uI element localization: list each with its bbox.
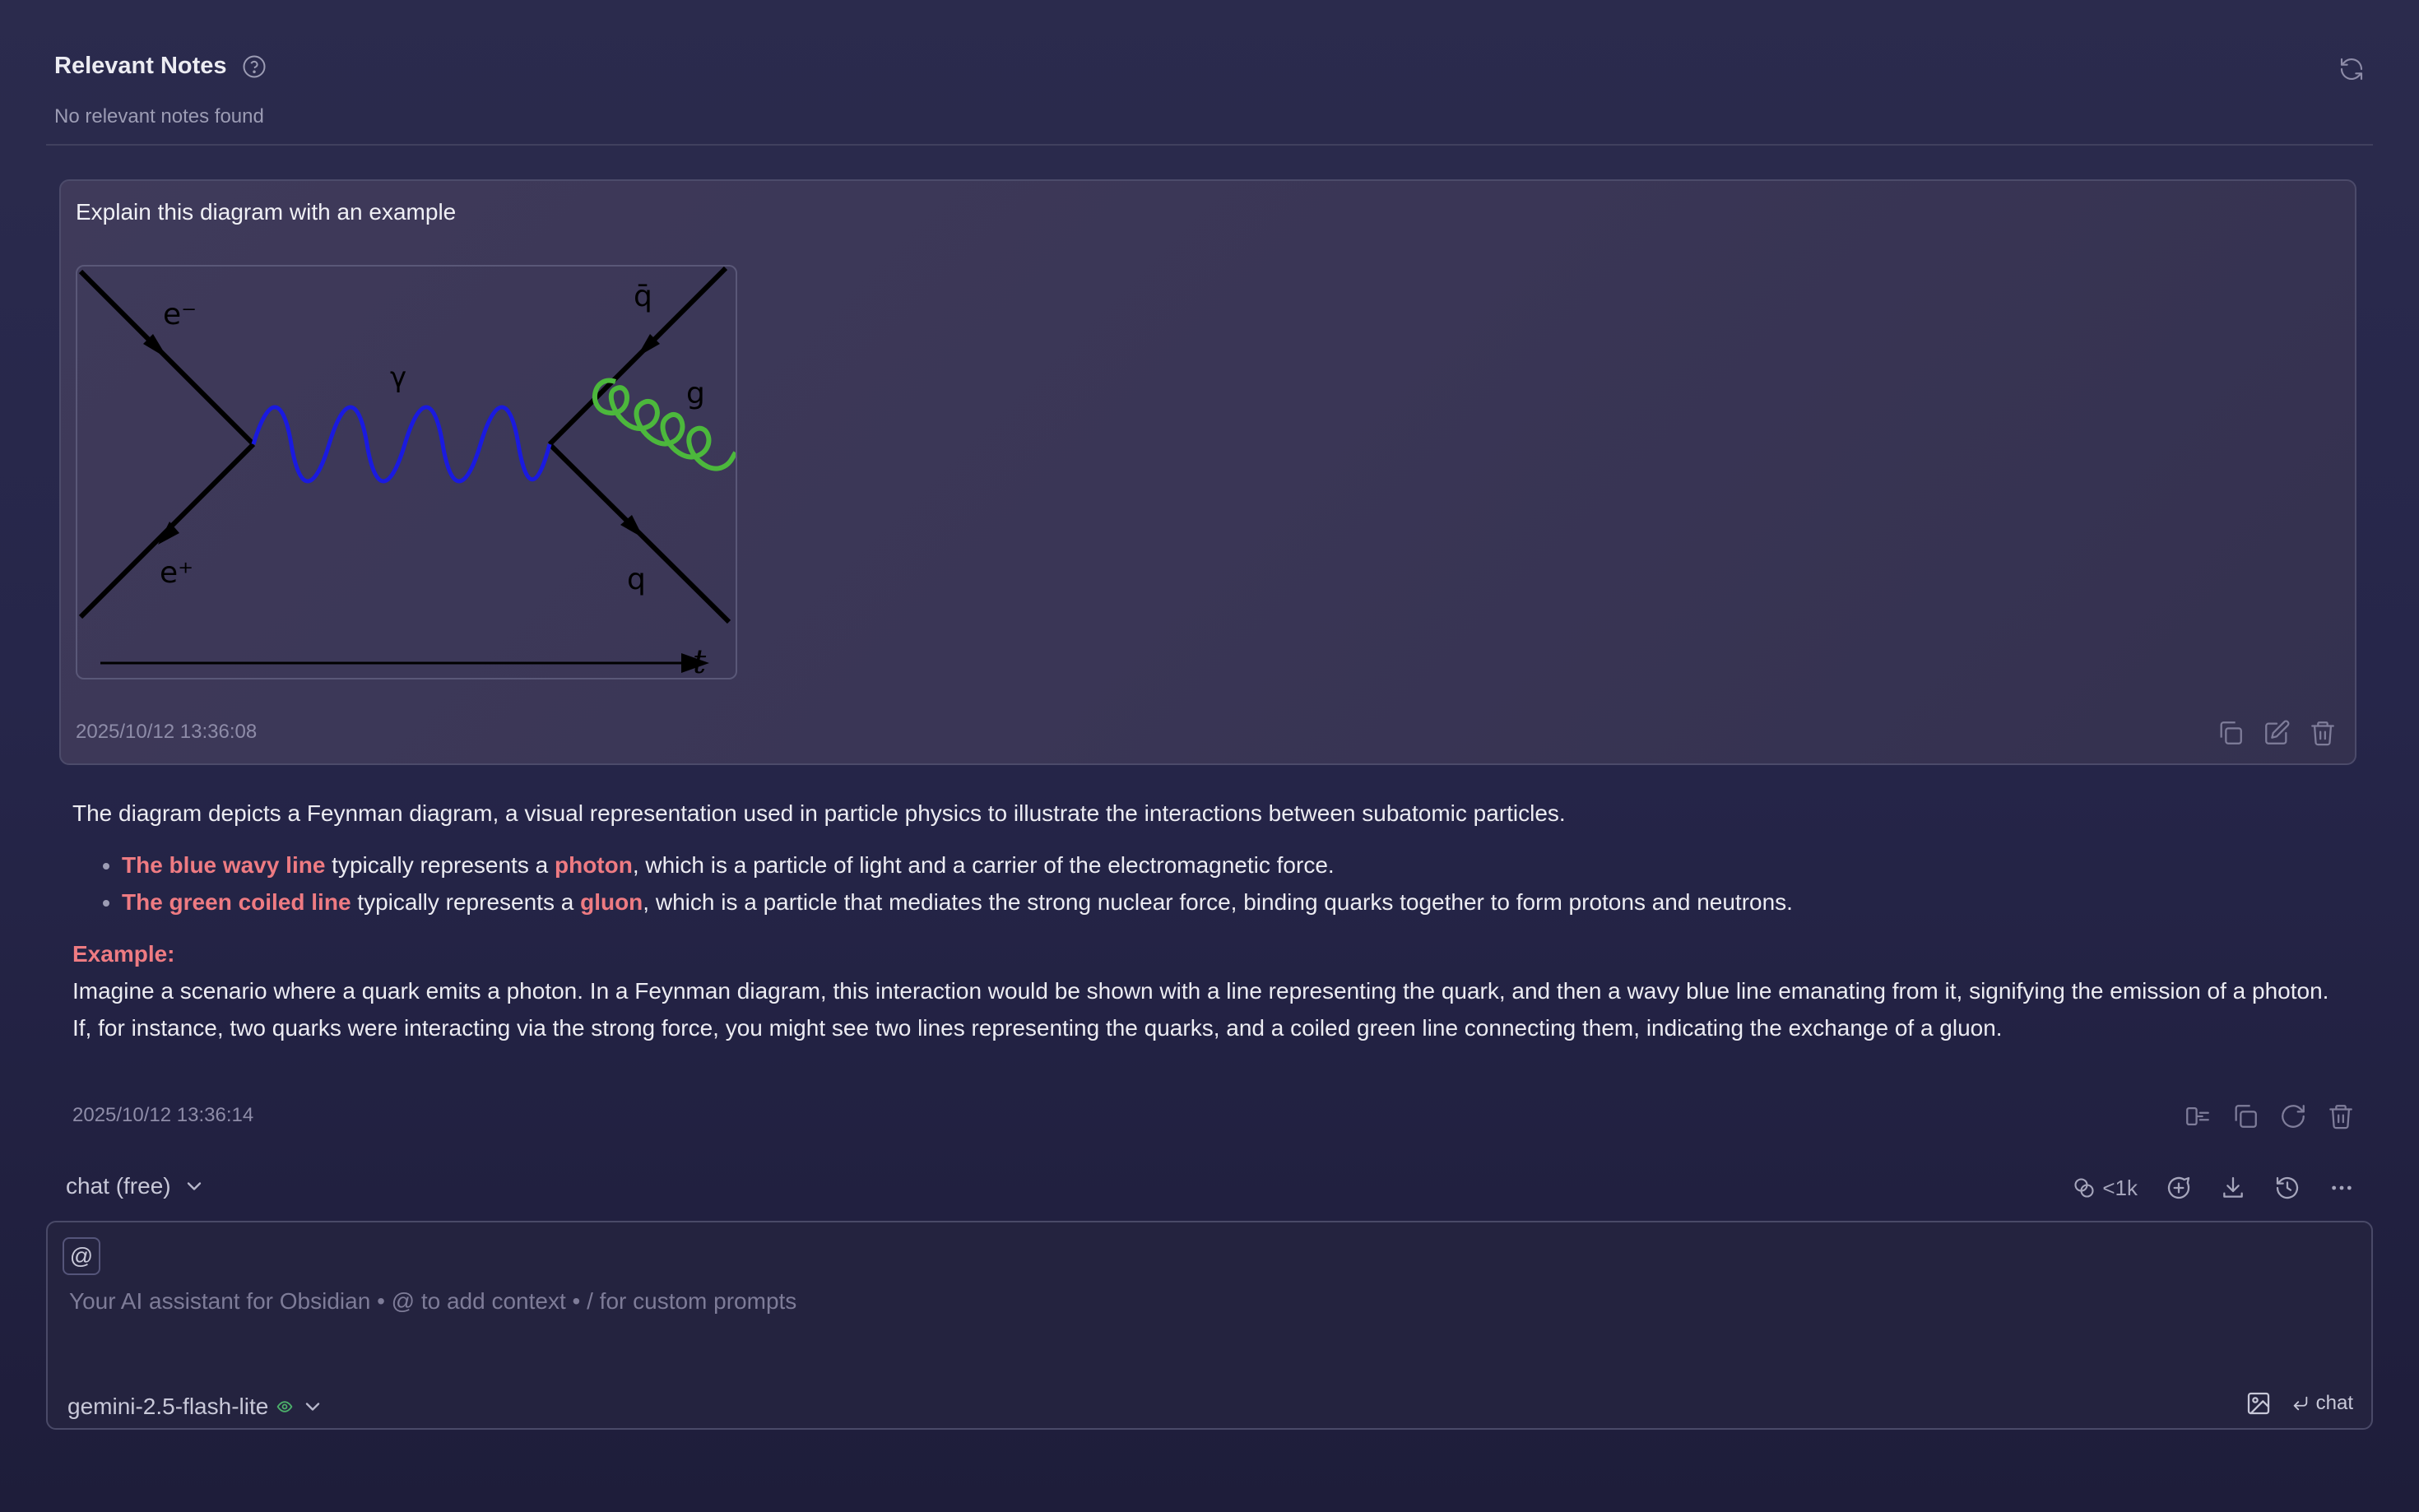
user-message-card: Explain this diagram with an example e⁻ … [59,179,2356,765]
send-button[interactable]: chat [2291,1392,2353,1415]
chat-input-box: @ gemini-2.5-flash-lite [46,1221,2373,1430]
add-context-button[interactable]: @ [63,1237,100,1275]
bullet-rest: , which is a particle that mediates the … [643,889,1793,915]
add-image-icon[interactable] [2245,1390,2272,1417]
edit-icon[interactable] [2263,719,2291,747]
user-message-actions [2217,719,2337,747]
regenerate-icon[interactable] [2279,1102,2307,1130]
bullet-term: photon [554,852,633,878]
list-item: The green coiled line typically represen… [122,884,2352,921]
chat-input[interactable] [67,1282,2292,1321]
relevant-notes-header: Relevant Notes [54,53,267,80]
ai-response: The diagram depicts a Feynman diagram, a… [72,795,2352,1046]
token-coins-icon [2073,1176,2096,1199]
copy-icon[interactable] [2217,719,2245,747]
chat-mode-label: chat (free) [66,1173,171,1199]
ai-intro: The diagram depicts a Feynman diagram, a… [72,800,1566,826]
time-axis-label: t [693,643,707,678]
chevron-down-icon [183,1175,206,1198]
insert-note-icon[interactable] [2184,1102,2212,1130]
input-actions: chat [2245,1390,2353,1417]
enter-key-icon [2291,1394,2310,1412]
photon-wavy-line [251,405,552,484]
bullet-subject: The green coiled line [122,889,351,915]
list-item: The blue wavy line typically represents … [122,846,2352,884]
vision-eye-icon [276,1398,293,1415]
antiquark-label: q̄ [634,280,652,313]
bullet-subject: The blue wavy line [122,852,326,878]
ai-response-timestamp: 2025/10/12 13:36:14 [72,1104,254,1126]
positron-label: e⁺ [160,556,193,590]
model-selector[interactable]: gemini-2.5-flash-lite [67,1394,324,1420]
refresh-icon[interactable] [2338,56,2365,82]
electron-label: e⁻ [163,298,197,332]
new-chat-icon[interactable] [2166,1175,2192,1201]
token-counter[interactable]: <1k [2073,1176,2138,1201]
more-options-icon[interactable] [2328,1175,2355,1201]
token-count: <1k [2102,1175,2138,1200]
trash-icon[interactable] [2309,719,2337,747]
chat-toolbar: <1k [2073,1175,2355,1201]
gluon-coiled-line [592,378,736,471]
user-message-timestamp: 2025/10/12 13:36:08 [76,721,258,743]
relevant-notes-title: Relevant Notes [54,53,227,79]
bullet-mid: typically represents a [325,852,555,878]
section-divider [46,144,2373,146]
model-name: gemini-2.5-flash-lite [67,1394,269,1419]
chat-mode-selector[interactable]: chat (free) [66,1173,206,1199]
ai-response-actions [2184,1102,2355,1130]
download-icon[interactable] [2220,1175,2246,1201]
help-circle-icon[interactable] [242,54,267,79]
example-paragraph-1: Imagine a scenario where a quark emits a… [72,978,2329,1004]
copy-icon[interactable] [2231,1102,2259,1130]
bullet-term: gluon [580,889,643,915]
gluon-label: g [686,377,705,410]
example-label: Example: [72,941,175,967]
bullet-rest: , which is a particle of light and a car… [632,852,1335,878]
example-paragraph-2: If, for instance, two quarks were intera… [72,1015,2003,1041]
history-icon[interactable] [2274,1175,2301,1201]
trash-icon[interactable] [2327,1102,2355,1130]
quark-label: q [627,563,646,596]
user-message-text: Explain this diagram with an example [76,199,457,225]
relevant-notes-empty: No relevant notes found [54,105,264,128]
photon-label: γ [390,361,406,394]
feynman-diagram-image[interactable]: e⁻ e⁺ γ q̄ q g t [76,265,737,679]
send-label: chat [2315,1392,2353,1414]
bullet-mid: typically represents a [351,889,581,915]
chevron-down-icon [301,1395,324,1418]
ai-bullet-list: The blue wavy line typically represents … [72,846,2352,921]
